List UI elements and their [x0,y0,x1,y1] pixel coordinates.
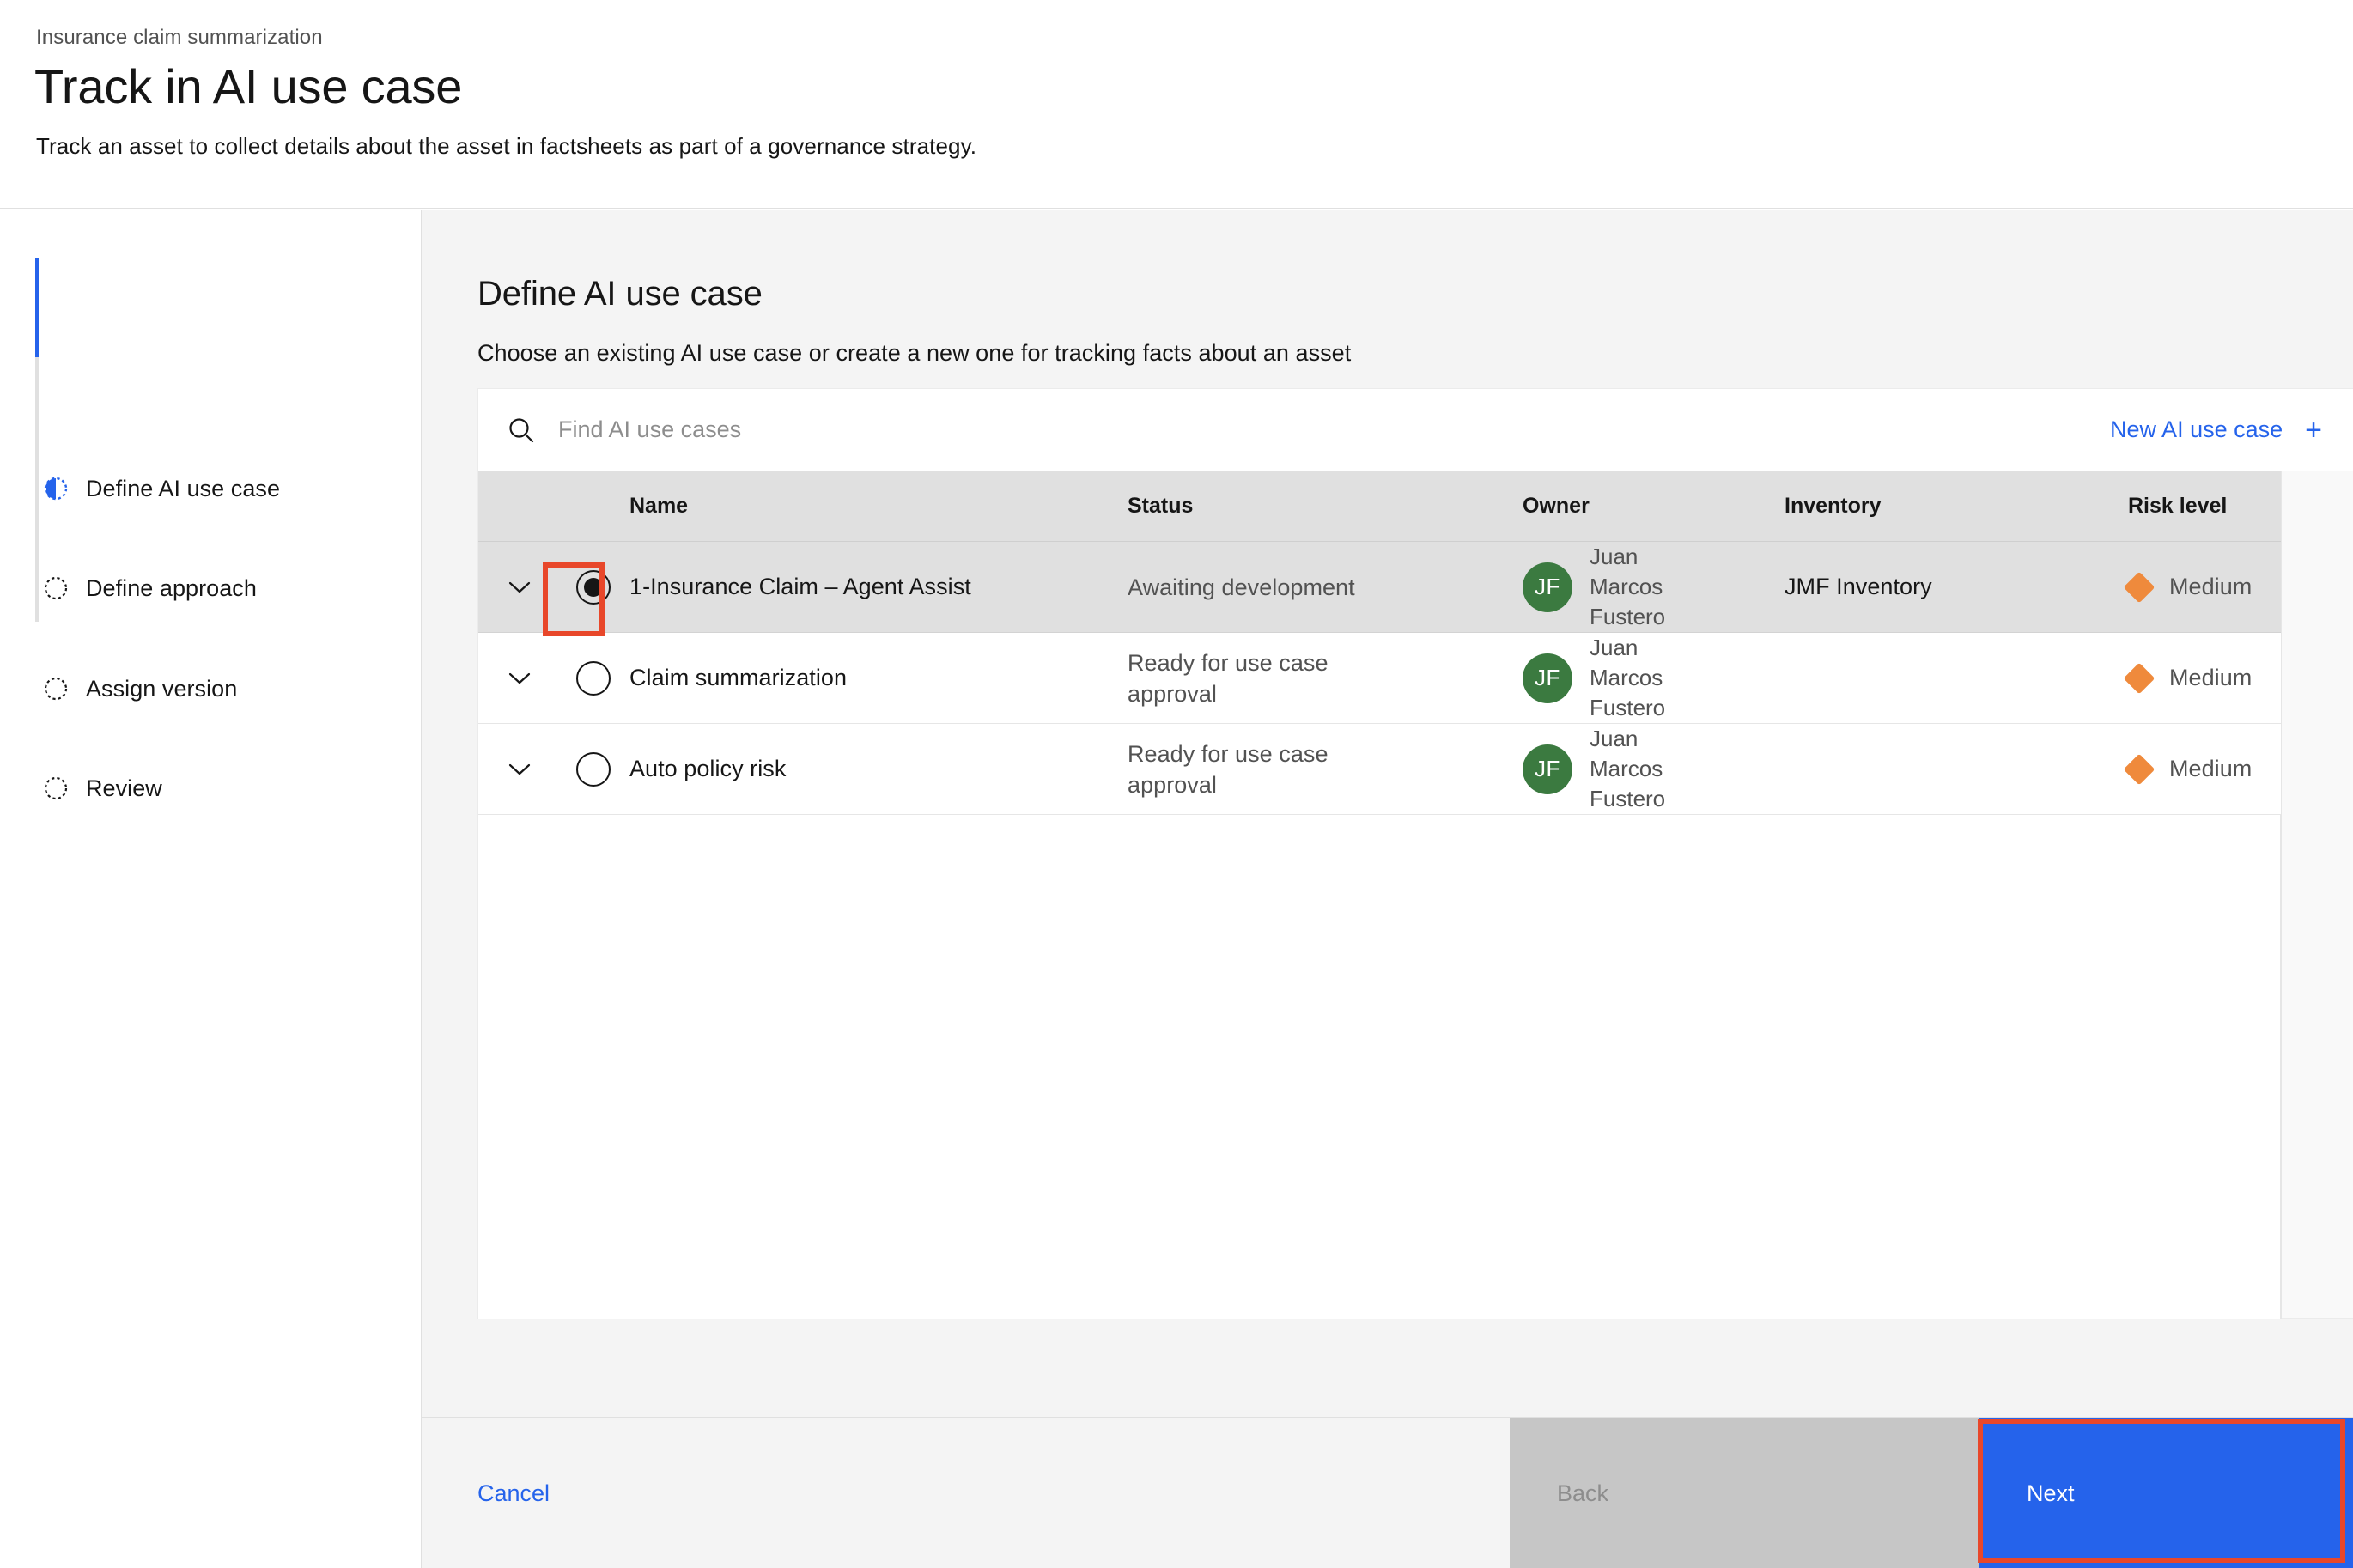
breadcrumb: Insurance claim summarization [36,26,323,49]
search-input[interactable] [558,389,1572,471]
ai-use-case-table: Name Status Owner Inventory Risk level 1… [478,471,2281,815]
table-row[interactable]: 1-Insurance Claim – Agent Assist Awaitin… [478,542,2281,633]
cell-name: 1-Insurance Claim – Agent Assist [626,574,1128,600]
use-case-name: Claim summarization [629,665,848,690]
sidebar-item-label: Assign version [86,675,238,702]
risk-diamond-icon [2123,753,2155,785]
cell-risk-level: Medium [2123,662,2353,694]
owner-name: Juan Marcos Fustero [1590,635,1666,720]
risk-diamond-icon [2123,662,2155,694]
use-case-selection-panel: New AI use case + Name Status Owner Inve… [477,388,2353,1319]
sidebar-item-label: Review [86,775,162,801]
sidebar-item-review[interactable]: Review [43,769,162,808]
risk-level-text: Medium [2169,574,2253,599]
cell-owner: JF Juan Marcos Fustero [1523,633,1785,723]
radio-button-unselected [576,751,611,787]
table-empty-area [478,815,2281,1319]
status-text: Awaiting development [1128,574,1355,600]
risk-diamond-icon [2123,571,2155,603]
risk-level-text: Medium [2169,756,2253,781]
risk-level-text: Medium [2169,665,2253,690]
dashed-circle-icon [43,676,69,702]
status-text: Ready for use case approval [1128,649,1329,707]
chevron-down-icon [508,763,531,775]
table-header-row: Name Status Owner Inventory Risk level [478,471,2281,542]
cell-owner: JF Juan Marcos Fustero [1523,724,1785,814]
select-row-radio[interactable] [561,660,626,696]
sidebar-item-define-ai-use-case[interactable]: Define AI use case [43,469,280,508]
table-right-border [2281,471,2282,1319]
new-ai-use-case-button[interactable]: New AI use case + [2110,389,2322,471]
new-ai-use-case-label: New AI use case [2110,416,2283,442]
radio-button-unselected [576,660,611,696]
search-icon [506,415,537,446]
avatar: JF [1523,653,1572,703]
table-row[interactable]: Auto policy risk Ready for use case appr… [478,724,2281,815]
cell-name: Claim summarization [626,665,1128,691]
chevron-down-icon [508,581,531,593]
radio-dot [584,577,603,597]
search-toolbar: New AI use case + [478,389,2353,471]
dashed-circle-icon [43,575,69,601]
cell-status: Ready for use case approval [1128,647,1523,709]
column-header-owner: Owner [1523,493,1590,518]
column-header-inventory: Inventory [1785,493,1882,518]
back-button[interactable]: Back [1510,1418,1979,1568]
progress-sidebar: Define AI use case Define approach Assig… [0,210,422,1568]
page-header: Insurance claim summarization Track in A… [0,0,2353,209]
cell-name: Auto policy risk [626,756,1128,782]
next-button[interactable]: Next [1979,1418,2353,1568]
half-filled-circle-icon [43,476,69,501]
inventory-name: JMF Inventory [1785,574,1932,599]
plus-icon: + [2305,413,2322,447]
column-header-status: Status [1128,493,1194,518]
column-header-risk-level: Risk level [2128,493,2228,518]
owner-name: Juan Marcos Fustero [1590,726,1666,811]
cell-status: Awaiting development [1128,572,1523,603]
wizard-footer: Cancel Back Next [422,1417,2353,1568]
sidebar-item-assign-version[interactable]: Assign version [43,669,237,708]
expand-row-button[interactable] [478,671,561,686]
page-subtitle: Track an asset to collect details about … [36,133,977,159]
use-case-name: Auto policy risk [629,756,787,781]
column-header-name: Name [629,493,689,518]
status-text: Ready for use case approval [1128,740,1329,798]
cancel-button[interactable]: Cancel [422,1418,1510,1568]
radio-button-selected [576,569,611,605]
cell-risk-level: Medium [2123,753,2353,785]
cell-status: Ready for use case approval [1128,738,1523,800]
step-title: Define AI use case [477,275,763,313]
sidebar-item-label: Define AI use case [86,475,281,501]
owner-name: Juan Marcos Fustero [1590,544,1666,629]
sidebar-item-label: Define approach [86,574,257,601]
use-case-name: 1-Insurance Claim – Agent Assist [629,574,971,599]
cell-risk-level: Medium [2123,571,2353,603]
page-title: Track in AI use case [34,59,463,113]
step-description: Choose an existing AI use case or create… [477,340,1352,366]
select-row-radio[interactable] [561,751,626,787]
cell-inventory: JMF Inventory [1785,574,2128,600]
cell-owner: JF Juan Marcos Fustero [1523,542,1785,632]
expand-row-button[interactable] [478,762,561,777]
dashed-circle-icon [43,775,69,801]
sidebar-item-define-approach[interactable]: Define approach [43,568,257,608]
expand-row-button[interactable] [478,580,561,595]
table-row[interactable]: Claim summarization Ready for use case a… [478,633,2281,724]
progress-rail-active [35,258,39,357]
chevron-down-icon [508,672,531,684]
track-in-ai-use-case-page: Insurance claim summarization Track in A… [0,0,2353,1568]
avatar: JF [1523,562,1572,612]
main-content: Define AI use case Choose an existing AI… [422,210,2353,1568]
select-row-radio[interactable] [561,569,626,605]
avatar: JF [1523,744,1572,794]
